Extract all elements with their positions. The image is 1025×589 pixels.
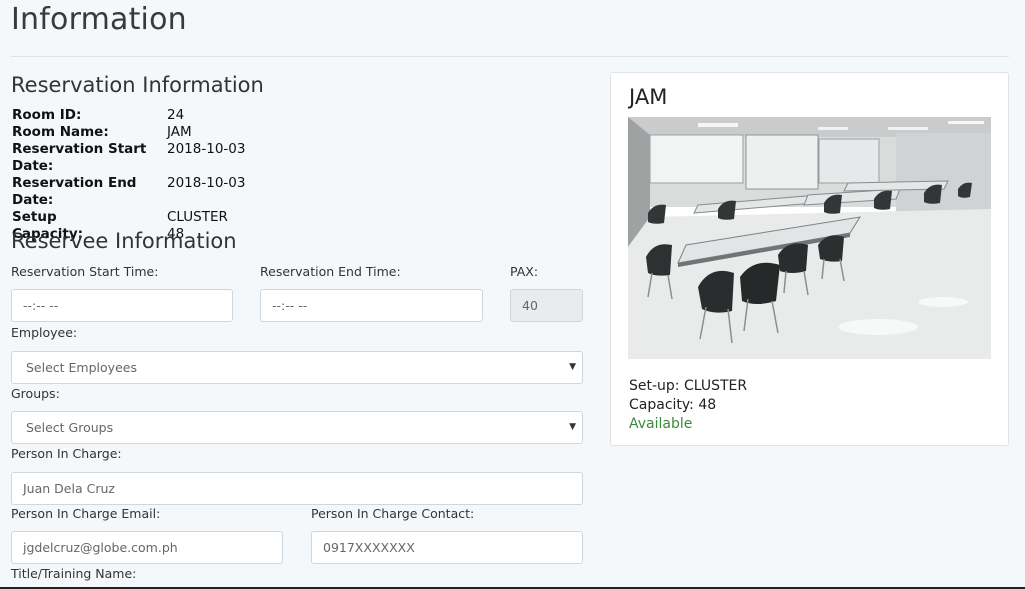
info-label: Room Name: (12, 124, 109, 140)
employee-select-value: Select Employees (26, 360, 137, 375)
title-divider (11, 56, 1009, 57)
info-row-start-date: Reservation Start Date: 2018-10-03 (12, 141, 245, 175)
room-card: JAM Set-up: CLUSTER Capacity: 48 Availab… (610, 72, 1009, 446)
info-label: Room ID: (12, 107, 82, 123)
employee-select[interactable]: Select Employees ▼ (11, 351, 583, 384)
person-in-charge-label: Person In Charge: (11, 446, 122, 461)
info-label: Reservation Start Date: (12, 141, 147, 174)
pic-contact-value: 0917XXXXXXX (323, 540, 415, 555)
info-label: Setup (12, 209, 57, 225)
pic-email-value: jgdelcruz@globe.com.ph (23, 540, 178, 555)
info-value: 2018-10-03 (167, 175, 246, 191)
info-row-room-name: Room Name: JAM (12, 124, 245, 141)
room-photo (628, 117, 991, 359)
employee-label: Employee: (11, 325, 78, 340)
pax-label: PAX: (510, 264, 539, 279)
info-label: Reservation End Date: (12, 175, 137, 208)
room-capacity: Capacity: 48 (629, 397, 717, 413)
reservee-info-heading: Reservee Information (11, 229, 237, 253)
room-card-title: JAM (629, 85, 668, 109)
info-row-setup: Setup CLUSTER (12, 209, 245, 226)
end-time-input[interactable]: --:-- -- (260, 289, 483, 322)
pax-input[interactable]: 40 (510, 289, 583, 322)
info-value: CLUSTER (167, 209, 228, 225)
reservation-info-table: Room ID: 24 Room Name: JAM Reservation S… (12, 107, 245, 243)
dropdown-arrow-icon: ▼ (569, 422, 576, 432)
groups-select[interactable]: Select Groups ▼ (11, 411, 583, 444)
title-training-label: Title/Training Name: (11, 566, 137, 581)
info-value: JAM (167, 124, 192, 140)
pax-value: 40 (522, 298, 538, 313)
groups-select-value: Select Groups (26, 420, 114, 435)
pic-email-label: Person In Charge Email: (11, 506, 161, 521)
start-time-label: Reservation Start Time: (11, 264, 159, 279)
room-setup: Set-up: CLUSTER (629, 378, 748, 394)
person-in-charge-value: Juan Dela Cruz (23, 481, 115, 496)
person-in-charge-input[interactable]: Juan Dela Cruz (11, 472, 583, 505)
end-time-label: Reservation End Time: (260, 264, 401, 279)
pic-contact-label: Person In Charge Contact: (311, 506, 475, 521)
end-time-value: --:-- -- (272, 298, 308, 313)
info-value: 2018-10-03 (167, 141, 246, 157)
page-title: Information (11, 2, 187, 37)
info-row-room-id: Room ID: 24 (12, 107, 245, 124)
pic-email-input[interactable]: jgdelcruz@globe.com.ph (11, 531, 283, 564)
info-row-end-date: Reservation End Date: 2018-10-03 (12, 175, 245, 209)
pic-contact-input[interactable]: 0917XXXXXXX (311, 531, 583, 564)
start-time-input[interactable]: --:-- -- (11, 289, 233, 322)
dropdown-arrow-icon: ▼ (569, 362, 576, 372)
info-value: 24 (167, 107, 185, 123)
start-time-value: --:-- -- (23, 298, 59, 313)
reservation-info-heading: Reservation Information (11, 73, 264, 97)
room-status: Available (629, 416, 693, 432)
groups-label: Groups: (11, 386, 60, 401)
